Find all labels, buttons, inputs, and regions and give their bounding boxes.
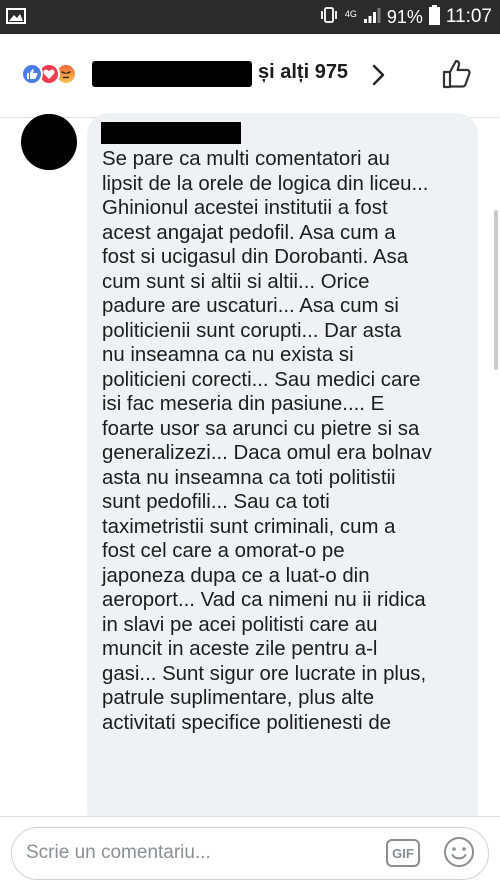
comment-bubble[interactable]: Se pare ca multi comentatori au lipsit d… xyxy=(87,113,478,833)
avatar[interactable] xyxy=(21,114,77,170)
smiley-icon[interactable] xyxy=(442,835,476,869)
status-bar: 4G 91% 11:07 xyxy=(0,0,500,34)
thumbs-up-icon[interactable] xyxy=(441,58,473,90)
comment-input[interactable]: Scrie un comentariu... GIF xyxy=(11,827,489,880)
comment-text: Se pare ca multi comentatori au lipsit d… xyxy=(102,148,432,734)
redacted-avatar xyxy=(31,114,69,170)
scrollbar[interactable] xyxy=(494,210,498,370)
network-type: 4G xyxy=(344,8,357,19)
reactions-count-text[interactable]: și alți 975 xyxy=(258,61,348,84)
comment-input-placeholder: Scrie un comentariu... xyxy=(26,842,211,863)
chevron-right-icon[interactable] xyxy=(366,63,390,87)
like-icon xyxy=(21,63,43,85)
signal-icon xyxy=(363,6,381,29)
image-icon xyxy=(6,7,26,30)
redacted-author-name xyxy=(101,122,241,144)
gif-button[interactable]: GIF xyxy=(386,839,420,867)
comment-composer: Scrie un comentariu... GIF xyxy=(0,816,500,889)
battery-icon xyxy=(428,4,440,30)
battery-percent: 91% xyxy=(386,6,423,27)
vibrate-icon xyxy=(319,5,339,30)
redacted-reactor-name xyxy=(92,61,252,87)
reactions-summary[interactable] xyxy=(21,63,99,85)
clock: 11:07 xyxy=(445,6,492,27)
